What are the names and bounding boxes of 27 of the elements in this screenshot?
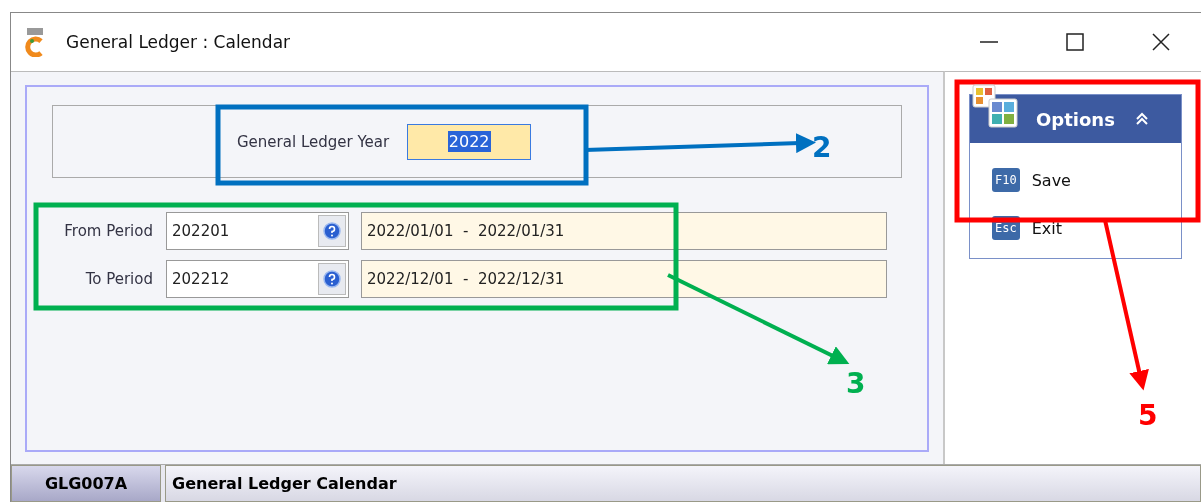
annotation-number: 5 [1138, 399, 1158, 432]
year-label: General Ledger Year [237, 132, 390, 151]
chevron-icon[interactable] [1134, 112, 1149, 126]
period-label: To Period [84, 270, 153, 288]
option-link[interactable]: Exit [1031, 218, 1062, 238]
date-range-field: 2022/01/01 - 2022/01/31 [361, 212, 887, 250]
options-title: Options [1036, 108, 1115, 130]
close-icon [1151, 32, 1171, 52]
status-text: General Ledger Calendar [165, 465, 1201, 502]
maximize-icon [1065, 32, 1085, 52]
help-icon [323, 270, 341, 288]
period-field[interactable]: 202201 [166, 212, 349, 250]
period-field[interactable]: 202212 [166, 260, 349, 298]
annotation-number: 2 [812, 131, 832, 164]
annotation-number: 3 [846, 367, 866, 400]
year-field[interactable]: 2022 [407, 123, 532, 160]
help-button[interactable] [318, 263, 346, 295]
period-label: From Period [63, 222, 153, 240]
key-badge: F10 [992, 168, 1020, 192]
window-title: General Ledger : Calendar [66, 32, 291, 52]
status-code: GLG007A [11, 465, 161, 502]
minimize-icon [980, 41, 998, 43]
help-button[interactable] [318, 215, 346, 247]
option-link[interactable]: Save [1031, 170, 1071, 190]
help-icon [323, 222, 341, 240]
date-range-field: 2022/12/01 - 2022/12/31 [361, 260, 887, 298]
app-logo-icon [24, 27, 46, 57]
